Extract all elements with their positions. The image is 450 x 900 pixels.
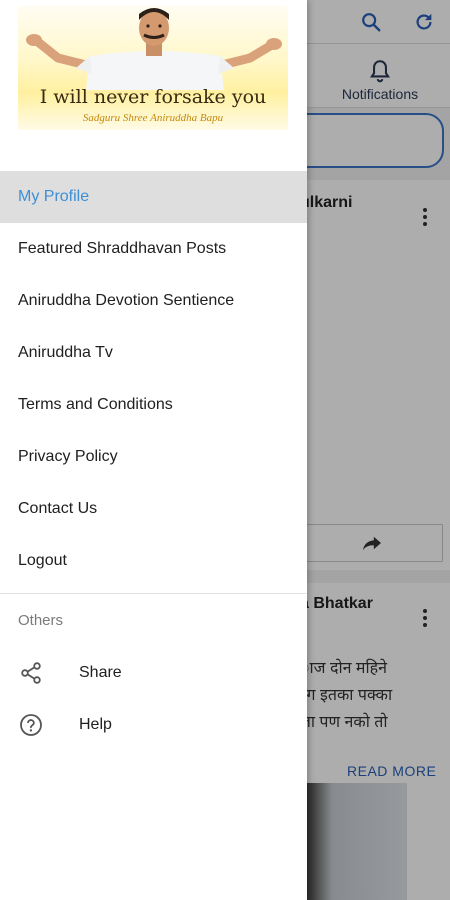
banner-subtitle: Sadguru Shree Aniruddha Bapu	[82, 112, 224, 124]
menu-item-contact-us[interactable]: Contact Us	[0, 483, 307, 535]
menu-item-help[interactable]: Help	[0, 699, 307, 751]
menu-item-privacy-policy[interactable]: Privacy Policy	[0, 431, 307, 483]
drawer-menu: My Profile Featured Shraddhavan Posts An…	[0, 171, 307, 587]
menu-item-aniruddha-devotion-sentience[interactable]: Aniruddha Devotion Sentience	[0, 275, 307, 327]
help-icon	[19, 713, 43, 737]
drawer-header-banner: I will never forsake you Sadguru Shree A…	[18, 6, 288, 130]
menu-item-terms-and-conditions[interactable]: Terms and Conditions	[0, 379, 307, 431]
menu-item-featured-shraddhavan-posts[interactable]: Featured Shraddhavan Posts	[0, 223, 307, 275]
menu-item-my-profile[interactable]: My Profile	[0, 171, 307, 223]
section-title-others: Others	[18, 612, 64, 629]
menu-item-share-label: Share	[79, 664, 122, 681]
menu-item-share[interactable]: Share	[0, 647, 307, 699]
menu-item-aniruddha-tv[interactable]: Aniruddha Tv	[0, 327, 307, 379]
banner-title: I will never forsake you	[39, 86, 267, 108]
menu-item-logout[interactable]: Logout	[0, 535, 307, 587]
share-icon	[19, 661, 43, 685]
drawer-divider	[0, 593, 307, 594]
menu-item-help-label: Help	[79, 716, 112, 733]
navigation-drawer: I will never forsake you Sadguru Shree A…	[0, 0, 307, 900]
guru-portrait-image	[26, 8, 282, 90]
